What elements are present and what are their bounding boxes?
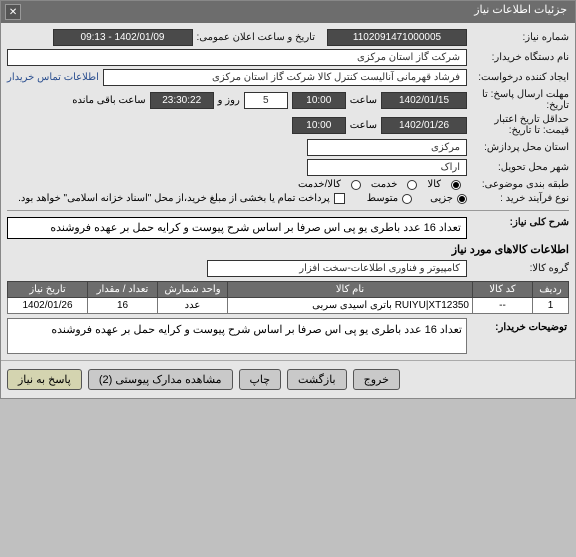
- items-header-row: ردیف کد کالا نام کالا واحد شمارش تعداد /…: [8, 282, 569, 298]
- row-requester: ایجاد کننده درخواست: فرشاد قهرمانی آنالی…: [7, 69, 569, 86]
- cell-unit: عدد: [158, 298, 228, 314]
- label-ann-datetime: تاریخ و ساعت اعلان عمومی:: [197, 32, 316, 43]
- row-category: طبقه بندی موضوعی: کالا خدمت کالا/خدمت: [7, 179, 569, 190]
- radio-goods-service[interactable]: [351, 180, 361, 190]
- paynote-text: پرداخت تمام یا بخشی از مبلغ خرید،از محل …: [18, 193, 330, 204]
- label-province: استان محل پردازش:: [471, 142, 569, 153]
- label-min-valid: حداقل تاریخ اعتبار قیمت: تا تاریخ:: [471, 114, 569, 136]
- buyer-notes-row: توضیحات خریدار: تعداد 16 عدد باطری یو پی…: [7, 318, 569, 354]
- label-day-and: روز و: [218, 95, 240, 106]
- value-province: مرکزی: [307, 139, 467, 156]
- attachments-button[interactable]: مشاهده مدارک پیوستی (2): [88, 369, 233, 390]
- items-header: اطلاعات کالاهای مورد نیاز: [7, 243, 569, 256]
- th-unit: واحد شمارش: [158, 282, 228, 298]
- value-device: شرکت گاز استان مرکزی: [7, 49, 467, 66]
- th-name: نام کالا: [228, 282, 473, 298]
- row-group: گروه کالا: کامپیوتر و فناوری اطلاعات-سخت…: [7, 260, 569, 277]
- radio-minor-label: جزیی: [430, 193, 453, 204]
- value-need-no: 1102091471000005: [327, 29, 467, 46]
- label-category: طبقه بندی موضوعی:: [471, 179, 569, 190]
- row-city: شهر محل تحویل: اراک: [7, 159, 569, 176]
- th-qty: تعداد / مقدار: [88, 282, 158, 298]
- label-need-brief: شرح کلی نیاز:: [471, 217, 569, 228]
- value-valid-time: 10:00: [292, 117, 346, 134]
- th-code: کد کالا: [473, 282, 533, 298]
- label-city: شهر محل تحویل:: [471, 162, 569, 173]
- cell-date: 1402/01/26: [8, 298, 88, 314]
- form-body: شماره نیاز: 1102091471000005 تاریخ و ساع…: [1, 23, 575, 360]
- row-need-no: شماره نیاز: 1102091471000005 تاریخ و ساع…: [7, 29, 569, 46]
- value-group: کامپیوتر و فناوری اطلاعات-سخت افزار: [207, 260, 467, 277]
- cell-code: --: [473, 298, 533, 314]
- row-province: استان محل پردازش: مرکزی: [7, 139, 569, 156]
- value-buyer-notes: تعداد 16 عدد باطری یو پی اس صرفا بر اساس…: [7, 318, 467, 354]
- radio-medium-label: متوسط: [367, 193, 398, 204]
- buyer-contact-link[interactable]: اطلاعات تماس خریدار: [7, 72, 99, 83]
- row-need-brief: شرح کلی نیاز: تعداد 16 عدد باطری یو پی ا…: [7, 217, 569, 239]
- radio-service[interactable]: [407, 180, 417, 190]
- cell-row: 1: [533, 298, 569, 314]
- label-hour-2: ساعت: [350, 120, 377, 131]
- label-requester: ایجاد کننده درخواست:: [471, 72, 569, 83]
- value-valid-date: 1402/01/26: [381, 117, 467, 134]
- label-buyer-notes: توضیحات خریدار:: [471, 318, 569, 354]
- value-need-brief: تعداد 16 عدد باطری یو پی اس صرفا بر اساس…: [7, 217, 467, 239]
- cell-qty: 16: [88, 298, 158, 314]
- row-valid: حداقل تاریخ اعتبار قیمت: تا تاریخ: 1402/…: [7, 114, 569, 136]
- radio-minor[interactable]: [457, 194, 467, 204]
- label-hour-1: ساعت: [350, 95, 377, 106]
- checkbox-paynote[interactable]: [334, 193, 345, 204]
- print-button[interactable]: چاپ: [239, 369, 282, 390]
- label-device: نام دستگاه خریدار:: [471, 52, 569, 63]
- th-date: تاریخ نیاز: [8, 282, 88, 298]
- window-title: جزئیات اطلاعات نیاز: [474, 4, 567, 16]
- radio-goods-service-label: کالا/خدمت: [298, 179, 341, 190]
- value-deadline-remain: 23:30:22: [150, 92, 214, 109]
- value-deadline-days: 5: [244, 92, 288, 109]
- respond-button[interactable]: پاسخ به نیاز: [7, 369, 82, 390]
- items-table: ردیف کد کالا نام کالا واحد شمارش تعداد /…: [7, 281, 569, 314]
- back-button[interactable]: بازگشت: [287, 369, 347, 390]
- radio-medium[interactable]: [402, 194, 412, 204]
- value-requester: فرشاد قهرمانی آنالیست کنترل کالا شرکت گا…: [103, 69, 467, 86]
- radio-goods-label: کالا: [427, 179, 441, 190]
- label-buy-type: نوع فرآیند خرید :: [471, 193, 569, 204]
- radio-service-label: خدمت: [371, 179, 398, 190]
- row-device: نام دستگاه خریدار: شرکت گاز استان مرکزی: [7, 49, 569, 66]
- value-ann-datetime: 1402/01/09 - 09:13: [53, 29, 193, 46]
- label-need-no: شماره نیاز:: [471, 32, 569, 43]
- table-row[interactable]: 1 -- باتری اسیدی سربی RUIYU|XT12350 عدد …: [8, 298, 569, 314]
- value-city: اراک: [307, 159, 467, 176]
- row-deadline: مهلت ارسال پاسخ: تا تاریخ: 1402/01/15 سا…: [7, 89, 569, 111]
- value-deadline-time: 10:00: [292, 92, 346, 109]
- separator-1: [7, 210, 569, 211]
- footer: پاسخ به نیاز مشاهده مدارک پیوستی (2) چاپ…: [1, 360, 575, 398]
- radio-goods[interactable]: [451, 180, 461, 190]
- label-remain: ساعت باقی مانده: [72, 95, 145, 106]
- titlebar: جزئیات اطلاعات نیاز ✕: [1, 1, 575, 23]
- label-group: گروه کالا:: [471, 263, 569, 274]
- value-deadline-date: 1402/01/15: [381, 92, 467, 109]
- row-buy-type: نوع فرآیند خرید : جزیی متوسط پرداخت تمام…: [7, 193, 569, 204]
- close-icon[interactable]: ✕: [5, 4, 21, 20]
- label-deadline: مهلت ارسال پاسخ: تا تاریخ:: [471, 89, 569, 111]
- cell-name: باتری اسیدی سربی RUIYU|XT12350: [228, 298, 473, 314]
- th-row: ردیف: [533, 282, 569, 298]
- window: جزئیات اطلاعات نیاز ✕ شماره نیاز: 110209…: [0, 0, 576, 399]
- exit-button[interactable]: خروج: [353, 369, 400, 390]
